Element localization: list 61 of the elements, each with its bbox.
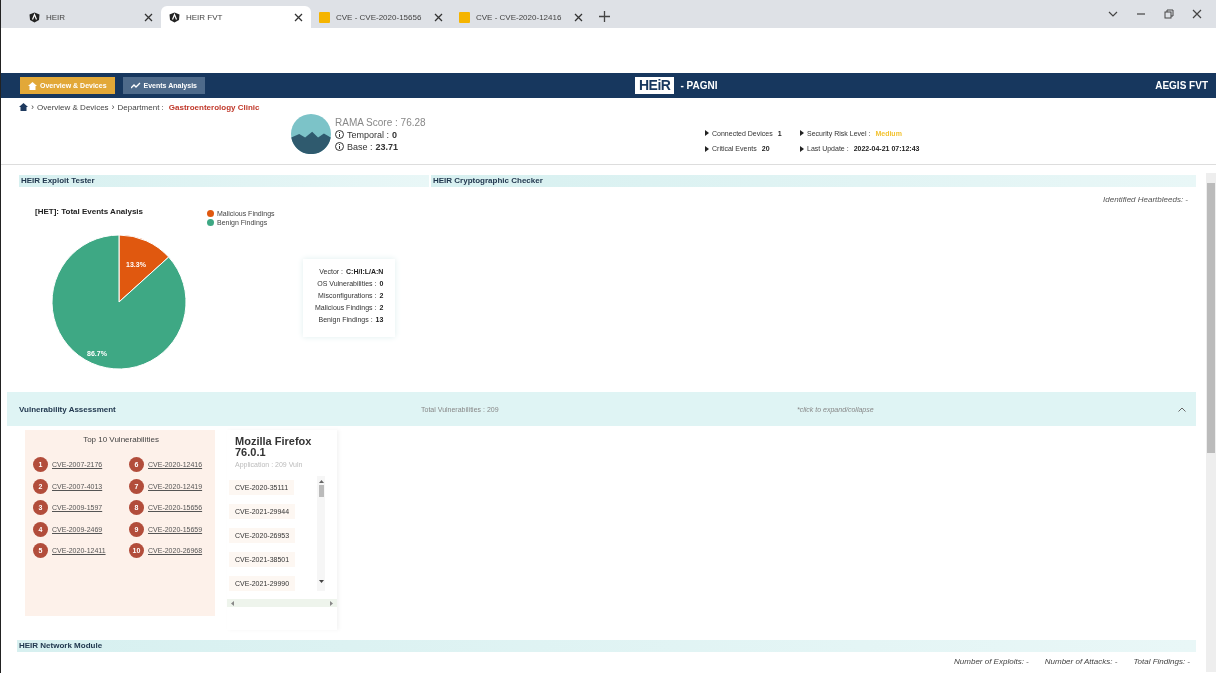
- browser-tab[interactable]: HEIR: [21, 6, 161, 28]
- close-icon: [294, 12, 303, 22]
- section-title: Vulnerability Assessment: [19, 404, 117, 414]
- scrollbar[interactable]: [227, 599, 337, 607]
- scrollbar[interactable]: [317, 476, 325, 591]
- separator-icon: ›: [111, 102, 115, 112]
- chart-title: [HET]: Total Events Analysis: [35, 207, 144, 216]
- legend-dot-icon: [207, 219, 214, 226]
- section-header: HEIR Cryptographic Checker: [431, 175, 1196, 187]
- arrow-right-icon: [330, 600, 333, 606]
- arrow-up-icon: [318, 480, 324, 483]
- info-icon: [335, 130, 344, 139]
- score-gauge-icon: [291, 114, 331, 154]
- network-stat: Total Findings: -: [1133, 657, 1190, 666]
- info-icon: [335, 142, 344, 151]
- trend-icon: [130, 82, 141, 89]
- heartbleeds-text: Identified Heartbleeds: -: [1103, 195, 1188, 204]
- close-icon: [144, 12, 153, 22]
- home-icon: [28, 81, 37, 90]
- app-name: - PAGNI: [680, 80, 718, 91]
- breadcrumb-link[interactable]: Overview & Devices: [37, 102, 109, 112]
- plus-icon: [599, 10, 610, 22]
- shield-icon: [169, 11, 180, 23]
- scroll-thumb[interactable]: [318, 485, 324, 497]
- score-title: RAMA Score : 76.28: [335, 116, 426, 128]
- section-header: HEIR Network Module: [17, 640, 1196, 652]
- logo: HEiR: [635, 77, 675, 94]
- application-name: Mozilla Firefox 76.0.1: [234, 436, 313, 458]
- close-icon: [574, 12, 583, 22]
- square-icon: [319, 11, 330, 23]
- browser-tab[interactable]: CVE - CVE-2020-12416: [451, 6, 591, 28]
- bullet-icon: [705, 130, 709, 137]
- card-title: Top 10 Vulnerabilities: [82, 435, 160, 444]
- user-name: AEGIS FVT: [1155, 80, 1208, 91]
- bullet-icon: [800, 145, 804, 152]
- browser-tab[interactable]: CVE - CVE-2020-15656: [311, 6, 451, 28]
- separator-icon: ›: [31, 102, 34, 112]
- bullet-icon: [705, 145, 709, 152]
- score-value: 23.71: [375, 141, 399, 152]
- square-icon: [459, 11, 470, 23]
- restore-icon: [1164, 9, 1174, 19]
- breadcrumb-label: Department :: [117, 102, 164, 112]
- score-value: 0: [392, 129, 398, 140]
- bullet-icon: [800, 130, 804, 137]
- legend-dot-icon: [207, 210, 214, 217]
- shield-icon: [29, 11, 40, 23]
- browser-tab[interactable]: HEIR FVT: [161, 6, 311, 28]
- network-stat: Number of Attacks: -: [1044, 657, 1118, 666]
- score-label: Temporal :: [347, 129, 390, 140]
- chevron-down-icon: [1108, 9, 1118, 19]
- scrollbar[interactable]: [1206, 173, 1216, 672]
- close-icon: [1192, 9, 1202, 19]
- home-icon: [19, 103, 28, 111]
- network-stat: Number of Exploits: -: [954, 657, 1029, 666]
- scroll-thumb[interactable]: [1207, 183, 1215, 453]
- score-label: Base :: [347, 141, 373, 152]
- department-name: Gastroenterology Clinic: [168, 102, 260, 112]
- arrow-down-icon: [318, 580, 324, 583]
- section-header: HEIR Exploit Tester: [19, 175, 429, 187]
- arrow-left-icon: [231, 600, 234, 606]
- close-icon: [434, 12, 443, 22]
